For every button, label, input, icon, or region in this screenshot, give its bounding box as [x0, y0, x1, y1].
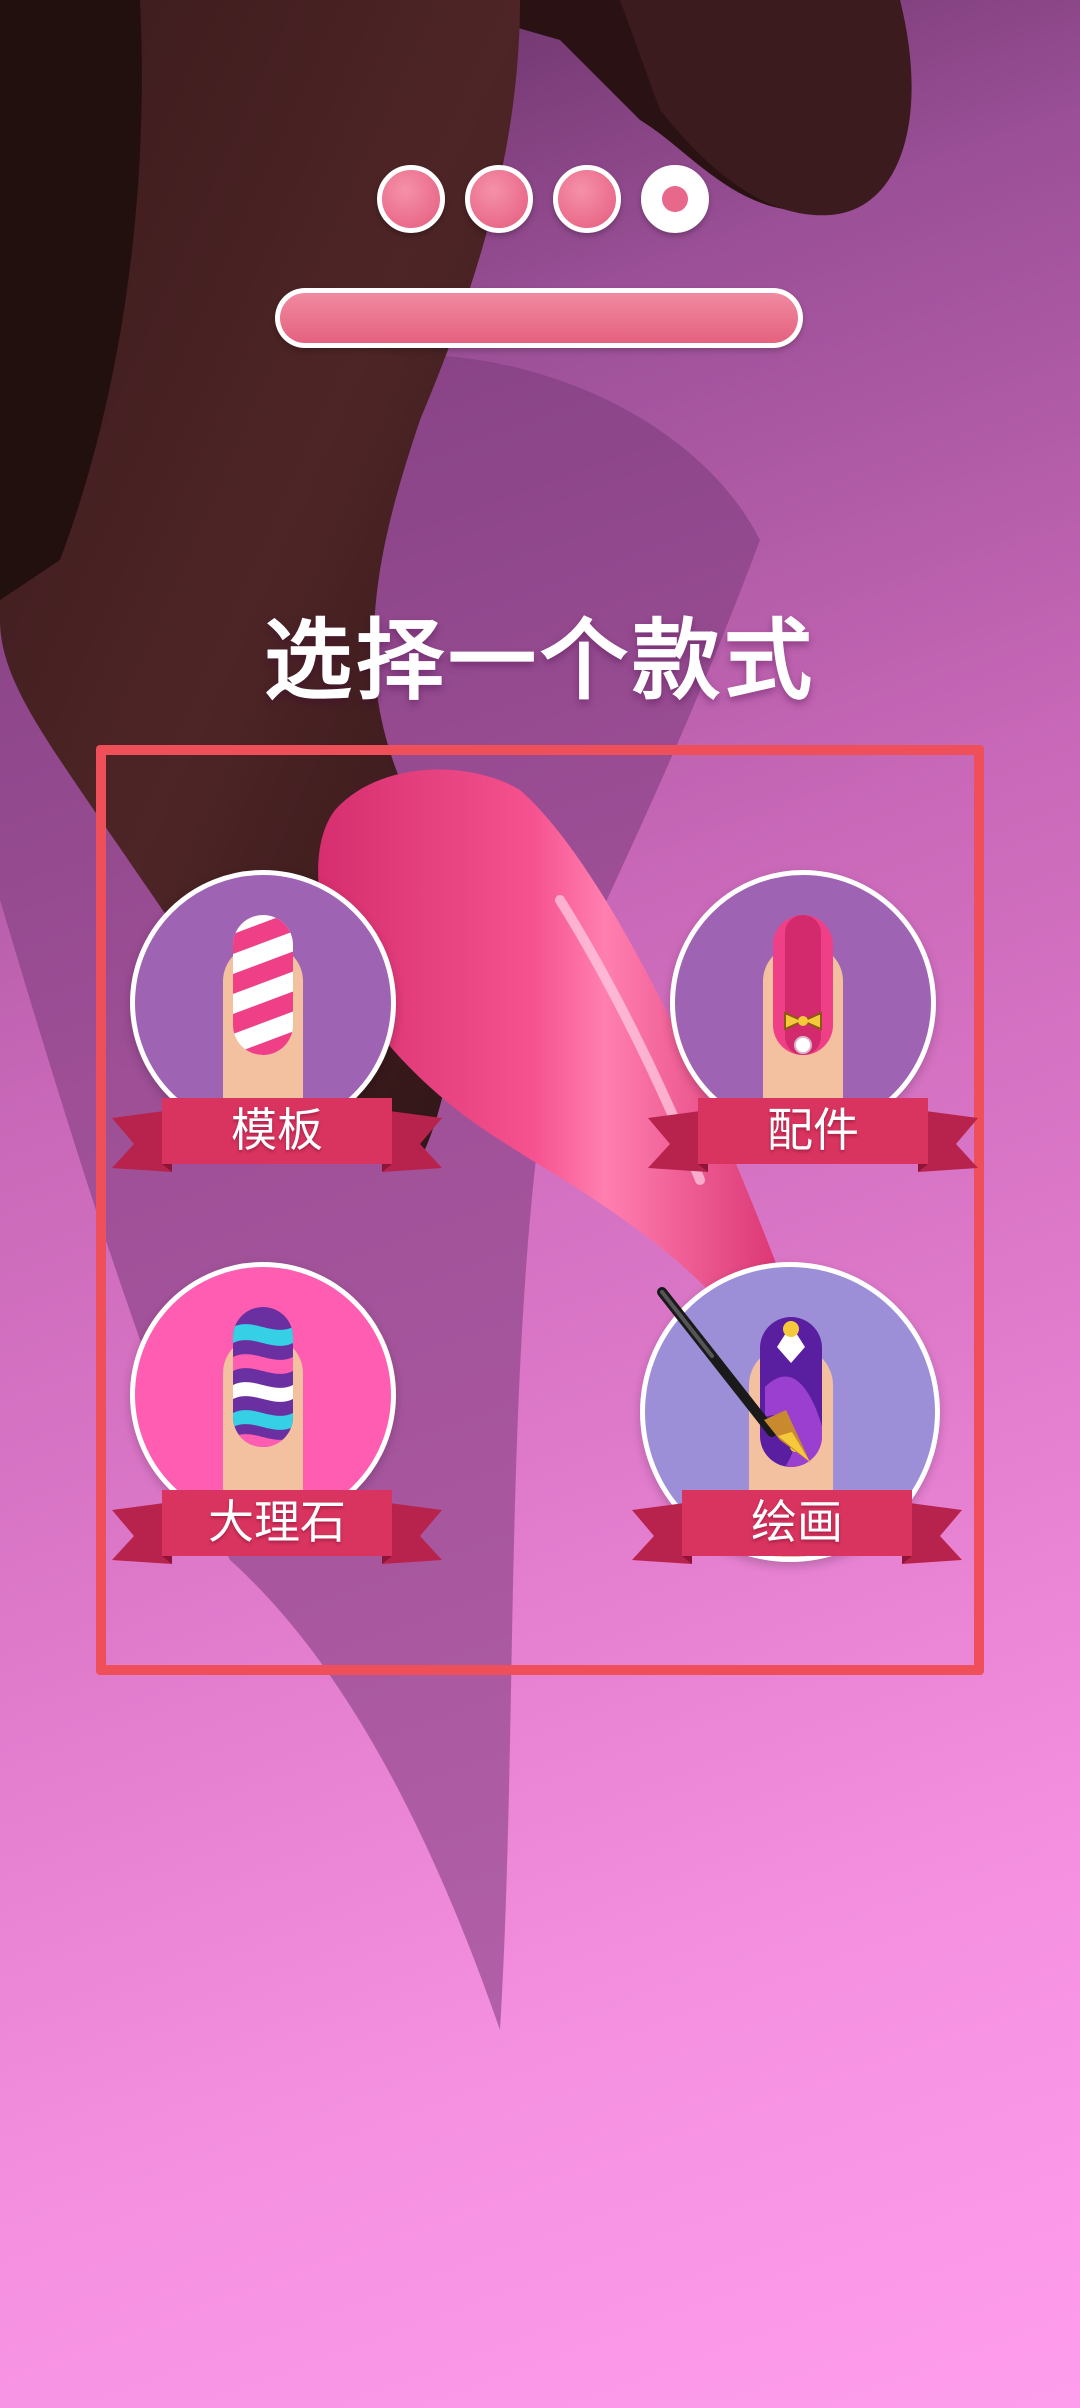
step-dot-1: [377, 165, 445, 233]
progress-bar-fill: [280, 293, 798, 343]
option-label: 大理石: [208, 1495, 346, 1549]
option-ribbon: 配件: [648, 1088, 978, 1178]
option-label: 模板: [231, 1103, 323, 1157]
step-dot-2: [465, 165, 533, 233]
option-label: 配件: [767, 1103, 859, 1157]
option-ribbon: 绘画: [632, 1480, 962, 1570]
step-dot-4-current: [641, 165, 709, 233]
paintbrush-icon: [657, 1287, 810, 1462]
step-indicator: [0, 165, 1080, 233]
option-ribbon: 模板: [112, 1088, 442, 1178]
option-ribbon: 大理石: [112, 1480, 442, 1570]
page-title: 选择一个款式: [263, 609, 816, 712]
option-template[interactable]: 模板: [112, 870, 442, 1190]
option-painting[interactable]: 绘画: [632, 1262, 962, 1582]
progress-bar: [275, 288, 803, 348]
step-dot-3: [553, 165, 621, 233]
option-accessory[interactable]: 配件: [648, 870, 978, 1190]
option-marble[interactable]: 大理石: [112, 1262, 442, 1582]
option-label: 绘画: [751, 1495, 843, 1549]
